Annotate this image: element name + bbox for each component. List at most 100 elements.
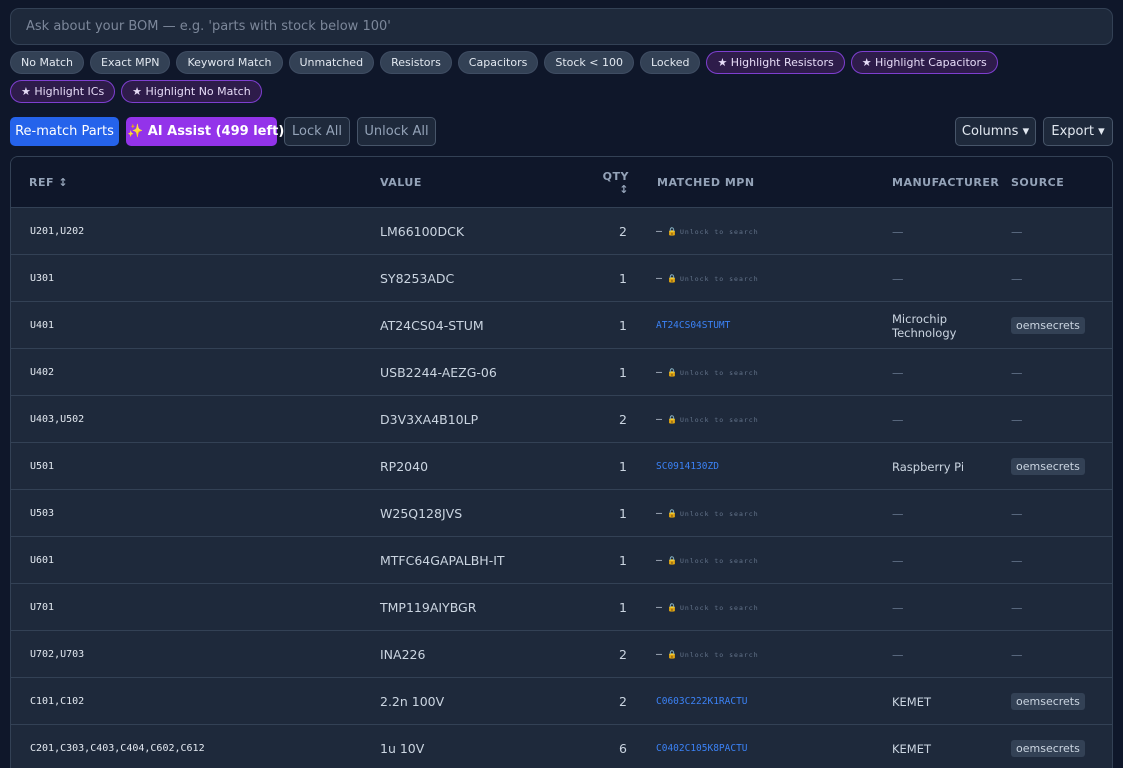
- table-header: REF ↕ VALUE QTY ↕ MATCHED MPN MANUFACTUR…: [11, 157, 1112, 208]
- filter-chip[interactable]: Stock < 100: [544, 51, 634, 74]
- mpn-cell: — 🔒 Unlock to search: [656, 255, 759, 302]
- toolbar: Re-match Parts ✨ AI Assist (499 left) Lo…: [10, 117, 1113, 146]
- table-row[interactable]: U501 RP2040 1 SC0914130ZD Raspberry Pi oemsec…: [11, 443, 1112, 490]
- bom-query-input[interactable]: [10, 8, 1113, 45]
- unlock-to-search-text: Unlock to search: [680, 275, 759, 283]
- source-empty: —: [1011, 553, 1023, 568]
- value-cell: MTFC64GAPALBH-IT: [380, 553, 505, 568]
- source-empty: —: [1011, 412, 1023, 427]
- qty-cell: 1: [619, 318, 627, 333]
- mpn-cell: AT24CS04STUMT: [656, 302, 730, 349]
- table-row[interactable]: U301 SY8253ADC 1 — 🔒 Unlock to search — —: [11, 255, 1112, 302]
- lock-icon: 🔒: [667, 415, 677, 424]
- table-row[interactable]: C101,C102 2.2n 100V 2 C0603C222K1RACTU KEMET…: [11, 678, 1112, 725]
- ref-cell: C101,C102: [30, 696, 85, 707]
- source-cell: —: [1011, 537, 1023, 584]
- source-cell: oemsecrets: [1011, 302, 1085, 349]
- filter-chip[interactable]: No Match: [10, 51, 85, 74]
- source-cell: —: [1011, 490, 1023, 537]
- mpn-link[interactable]: SC0914130ZD: [656, 461, 719, 472]
- manufacturer-cell: —: [892, 365, 904, 380]
- value-cell: SY8253ADC: [380, 271, 455, 286]
- table-row[interactable]: U601 MTFC64GAPALBH-IT 1— 🔒 Unlock to search —…: [11, 537, 1112, 584]
- unlock-to-search-text: Unlock to search: [680, 228, 759, 236]
- column-header-ref[interactable]: REF ↕: [29, 157, 68, 208]
- lock-dash: —: [656, 508, 663, 519]
- ref-cell: U201,U202: [30, 226, 85, 237]
- source-empty: —: [1011, 365, 1023, 380]
- ref-cell: U402: [30, 367, 55, 378]
- filter-chip[interactable]: Unmatched: [288, 51, 375, 74]
- lock-icon: 🔒: [667, 274, 677, 283]
- mpn-link[interactable]: AT24CS04STUMT: [656, 320, 730, 331]
- locked-mpn[interactable]: — 🔒 Unlock to search: [656, 649, 759, 660]
- unlock-all-button[interactable]: Unlock All: [357, 117, 436, 146]
- manufacturer-cell: Microchip Technology: [892, 311, 957, 340]
- filter-chip[interactable]: ★ Highlight Resistors: [706, 51, 845, 74]
- source-cell: —: [1011, 255, 1023, 302]
- table-row[interactable]: U201,U202 LM66100DCK 2 — 🔒 Unlock to search — —: [11, 208, 1112, 255]
- filter-chip[interactable]: Keyword Match: [176, 51, 283, 74]
- value-cell: USB2244-AEZG-06: [380, 365, 497, 380]
- columns-dropdown-button[interactable]: Columns ▾: [955, 117, 1036, 146]
- manufacturer-cell: —: [892, 647, 904, 662]
- manufacturer-cell: —: [892, 271, 904, 286]
- mpn-cell: SC0914130ZD: [656, 443, 719, 490]
- lock-icon: 🔒: [667, 509, 677, 518]
- filter-chip[interactable]: Locked: [640, 51, 701, 74]
- source-cell: —: [1011, 631, 1023, 678]
- qty-cell: 1: [619, 506, 627, 521]
- mpn-link[interactable]: C0603C222K1RACTU: [656, 696, 748, 707]
- filter-chip[interactable]: ★ Highlight Capacitors: [850, 51, 998, 74]
- filter-chip[interactable]: ★ Highlight ICs: [10, 80, 116, 103]
- filter-chip[interactable]: ★ Highlight No Match: [121, 80, 262, 103]
- locked-mpn[interactable]: — 🔒 Unlock to search: [656, 414, 759, 425]
- lock-icon: 🔒: [667, 227, 677, 236]
- table-row[interactable]: U701 TMP119AIYBGR 1 — 🔒 Unlock to search — —: [11, 584, 1112, 631]
- source-cell: —: [1011, 396, 1023, 443]
- manufacturer-cell: KEMET: [892, 694, 932, 709]
- bom-table: REF ↕ VALUE QTY ↕ MATCHED MPN MANUFACTUR…: [10, 156, 1113, 768]
- value-cell: TMP119AIYBGR: [380, 600, 477, 615]
- column-header-qty-label: QTY: [602, 169, 629, 183]
- table-row[interactable]: U401 AT24CS04-STUM 1 AT24CS04STUMT Microchip…: [11, 302, 1112, 349]
- source-cell: —: [1011, 349, 1023, 396]
- table-body: U201,U202 LM66100DCK 2— 🔒 Unlock to search — —…: [11, 208, 1112, 768]
- locked-mpn[interactable]: — 🔒 Unlock to search: [656, 602, 759, 613]
- filter-chip[interactable]: Exact MPN: [90, 51, 171, 74]
- table-row[interactable]: U702,U703 INA226 2 — 🔒 Unlock to search — —: [11, 631, 1112, 678]
- manufacturer-cell: —: [892, 412, 904, 427]
- manufacturer-cell: —: [892, 224, 904, 239]
- export-dropdown-button[interactable]: Export ▾: [1043, 117, 1113, 146]
- table-row[interactable]: U503 W25Q128JVS 1 — 🔒 Unlock to search — —: [11, 490, 1112, 537]
- locked-mpn[interactable]: — 🔒 Unlock to search: [656, 226, 759, 237]
- qty-cell: 2: [619, 224, 627, 239]
- lock-icon: 🔒: [667, 556, 677, 565]
- column-header-manufacturer: MANUFACTURER: [892, 176, 1000, 189]
- value-cell: INA226: [380, 647, 426, 662]
- filter-chip[interactable]: Resistors: [380, 51, 452, 74]
- unlock-to-search-text: Unlock to search: [680, 557, 759, 565]
- column-header-qty[interactable]: QTY ↕: [571, 157, 629, 208]
- unlock-to-search-text: Unlock to search: [680, 510, 759, 518]
- lock-all-button[interactable]: Lock All: [284, 117, 350, 146]
- qty-cell: 1: [619, 271, 627, 286]
- rematch-parts-button[interactable]: Re-match Parts: [10, 117, 119, 146]
- source-cell: oemsecrets: [1011, 678, 1085, 725]
- mpn-cell: — 🔒 Unlock to search: [656, 537, 759, 584]
- locked-mpn[interactable]: — 🔒 Unlock to search: [656, 555, 759, 566]
- table-row[interactable]: U402 USB2244-AEZG-06 1 — 🔒 Unlock to search — —: [11, 349, 1112, 396]
- ref-cell: C201,C303,C403,C404,C602,C612: [30, 743, 205, 754]
- table-row[interactable]: U403,U502 D3V3XA4B10LP 2 — 🔒 Unlock to search…: [11, 396, 1112, 443]
- table-row[interactable]: C201,C303,C403,C404,C602,C612 1u 10V 6 C040…: [11, 725, 1112, 768]
- locked-mpn[interactable]: — 🔒 Unlock to search: [656, 508, 759, 519]
- source-empty: —: [1011, 271, 1023, 286]
- manufacturer-cell: —: [892, 506, 904, 521]
- source-cell: —: [1011, 584, 1023, 631]
- mpn-cell: C0603C222K1RACTU: [656, 678, 748, 725]
- ai-assist-button[interactable]: ✨ AI Assist (499 left): [126, 117, 284, 146]
- mpn-link[interactable]: C0402C105K8PACTU: [656, 743, 748, 754]
- filter-chip[interactable]: Capacitors: [457, 51, 539, 74]
- locked-mpn[interactable]: — 🔒 Unlock to search: [656, 273, 759, 284]
- locked-mpn[interactable]: — 🔒 Unlock to search: [656, 367, 759, 378]
